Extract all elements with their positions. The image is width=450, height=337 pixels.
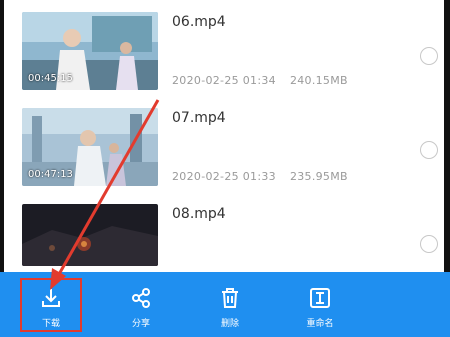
file-date: 2020-02-25 01:33 xyxy=(172,170,276,183)
file-size: 235.95MB xyxy=(289,170,348,183)
share-icon xyxy=(132,288,150,308)
video-file-list: 00:45:15 06.mp4 2020-02-25 01:34 240.15MB… xyxy=(4,0,444,272)
video-duration: 00:45:15 xyxy=(28,73,73,84)
list-item[interactable]: 08.mp4 xyxy=(4,192,444,284)
video-duration: 00:47:13 xyxy=(28,169,73,180)
file-date: 2020-02-25 01:34 xyxy=(172,74,276,87)
select-radio[interactable] xyxy=(420,47,438,65)
download-highlight-box xyxy=(20,278,82,332)
rename-button[interactable]: 重命名 xyxy=(290,272,350,337)
trash-icon xyxy=(222,288,238,308)
rename-label: 重命名 xyxy=(306,319,334,329)
file-meta: 2020-02-25 01:34 240.15MB xyxy=(172,74,348,87)
select-radio[interactable] xyxy=(420,235,438,253)
file-name: 08.mp4 xyxy=(172,206,226,222)
file-meta: 2020-02-25 01:33 235.95MB xyxy=(172,170,348,183)
thumbnail-image xyxy=(22,204,158,266)
list-item[interactable]: 00:45:15 06.mp4 2020-02-25 01:34 240.15MB xyxy=(4,0,444,92)
file-name: 06.mp4 xyxy=(172,14,226,30)
select-radio[interactable] xyxy=(420,141,438,159)
file-size: 240.15MB xyxy=(289,74,348,87)
delete-label: 删除 xyxy=(220,319,239,329)
video-thumbnail[interactable]: 00:45:15 xyxy=(22,12,158,90)
delete-button[interactable]: 删除 xyxy=(200,272,260,337)
share-label: 分享 xyxy=(131,319,150,329)
rename-icon xyxy=(310,288,330,308)
video-thumbnail[interactable]: 00:47:13 xyxy=(22,108,158,186)
list-item[interactable]: 00:47:13 07.mp4 2020-02-25 01:33 235.95MB xyxy=(4,96,444,188)
video-thumbnail[interactable] xyxy=(22,204,158,266)
file-name: 07.mp4 xyxy=(172,110,226,126)
share-button[interactable]: 分享 xyxy=(111,272,171,337)
